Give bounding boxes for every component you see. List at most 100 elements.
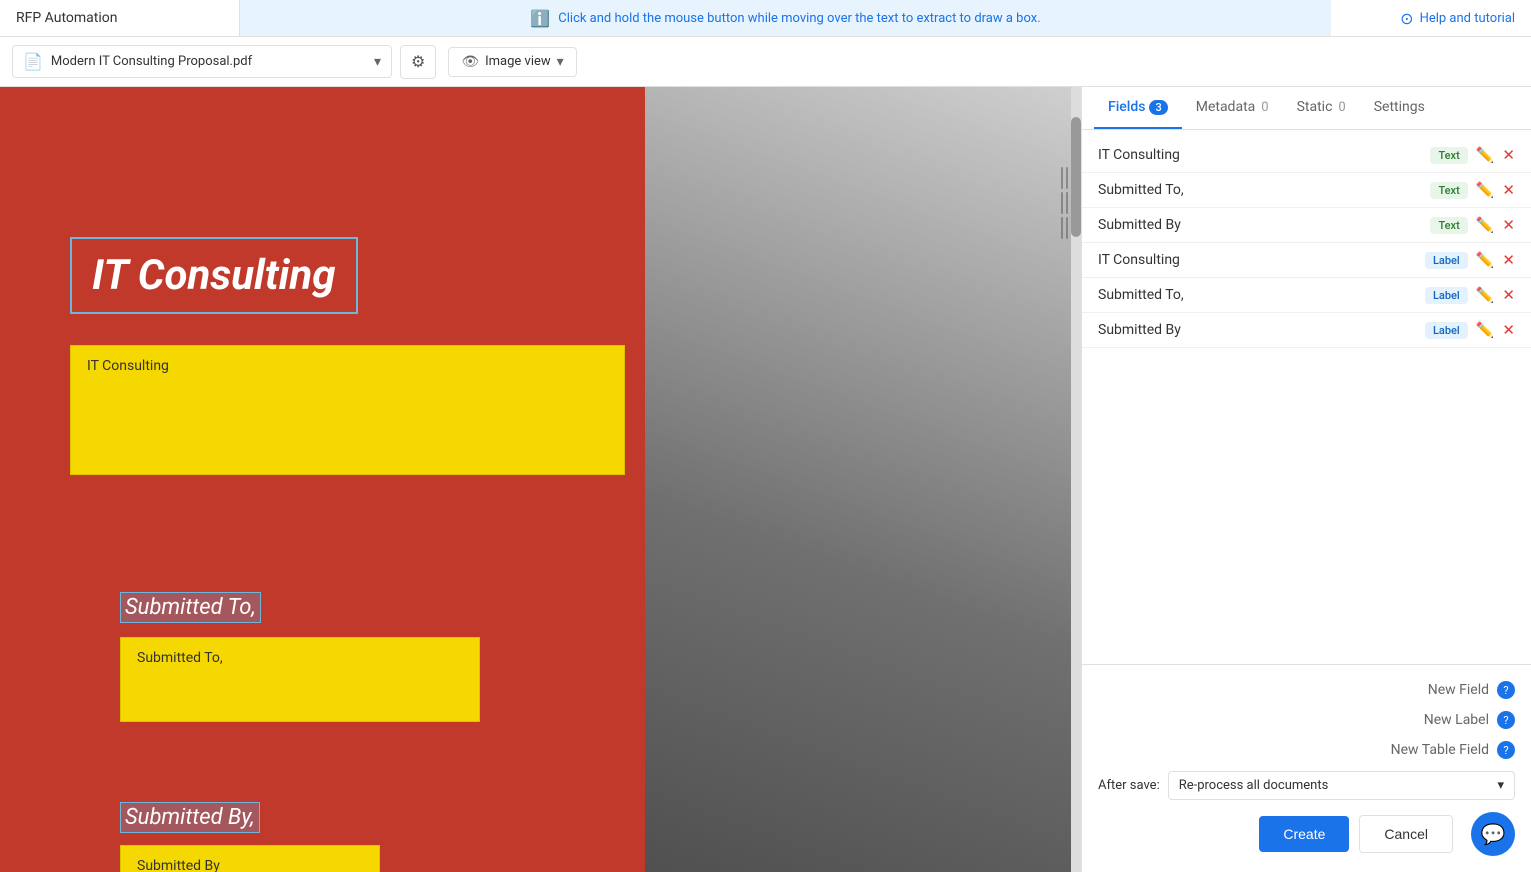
filter-button[interactable]: ⚙ <box>400 45 436 79</box>
after-save-value: Re-process all documents <box>1179 778 1329 793</box>
field-actions-3: ✏️ ✕ <box>1476 251 1515 269</box>
field-row: Submitted To, Text ✏️ ✕ <box>1082 173 1531 208</box>
file-chevron-icon: ▾ <box>374 54 381 70</box>
doc-title-box[interactable]: IT Consulting <box>70 237 358 314</box>
file-name: Modern IT Consulting Proposal.pdf <box>51 54 366 69</box>
eye-icon: 👁 <box>461 54 479 70</box>
submitted-to-field[interactable]: Submitted To, <box>120 637 480 722</box>
field-row: Submitted By Text ✏️ ✕ <box>1082 208 1531 243</box>
key <box>1066 192 1068 214</box>
toolbar: 📄 Modern IT Consulting Proposal.pdf ▾ ⚙ … <box>0 37 1531 87</box>
view-selector[interactable]: 👁 Image view ▾ <box>448 47 576 77</box>
field-badge-5: Label <box>1425 322 1468 339</box>
key <box>1066 217 1068 239</box>
new-field-row: New Field ? <box>1098 681 1515 699</box>
help-button[interactable]: ⊙ Help and tutorial <box>1331 0 1531 36</box>
main-layout: IT Consulting IT Consulting Submitted To… <box>0 87 1531 872</box>
field-delete-button-4[interactable]: ✕ <box>1502 286 1515 304</box>
key <box>1061 167 1063 189</box>
viewer-scrollbar[interactable] <box>1071 87 1081 872</box>
submitted-by-label: Submitted By, <box>120 802 260 833</box>
filter-icon: ⚙ <box>411 52 425 72</box>
field-name-2: Submitted By <box>1098 217 1422 233</box>
field-edit-button-0[interactable]: ✏️ <box>1476 146 1495 164</box>
field-delete-button-3[interactable]: ✕ <box>1502 251 1515 269</box>
field-badge-3: Label <box>1425 252 1468 269</box>
field-actions-5: ✏️ ✕ <box>1476 321 1515 339</box>
field-edit-button-3[interactable]: ✏️ <box>1476 251 1495 269</box>
tab-metadata[interactable]: Metadata 0 <box>1182 87 1283 129</box>
field-name-0: IT Consulting <box>1098 147 1422 163</box>
new-field-help-icon[interactable]: ? <box>1497 681 1515 699</box>
after-save-label: After save: <box>1098 778 1160 793</box>
keyboard-photo <box>645 87 1081 872</box>
field-delete-button-5[interactable]: ✕ <box>1502 321 1515 339</box>
new-label-help-icon[interactable]: ? <box>1497 711 1515 729</box>
after-save-chevron-icon: ▾ <box>1497 778 1504 793</box>
chat-button[interactable]: 💬 <box>1471 812 1515 856</box>
after-save-row: After save: Re-process all documents ▾ <box>1098 771 1515 800</box>
panel-tabs: Fields 3 Metadata 0 Static 0 Settings <box>1082 87 1531 130</box>
field-name-4: Submitted To, <box>1098 287 1417 303</box>
field-badge-0: Text <box>1430 147 1467 164</box>
field-name-5: Submitted By <box>1098 322 1417 338</box>
tab-fields-badge: 3 <box>1149 100 1167 115</box>
tab-fields[interactable]: Fields 3 <box>1094 87 1182 129</box>
submitted-by-label-text: Submitted By, <box>125 805 255 830</box>
view-chevron-icon: ▾ <box>557 54 564 70</box>
fields-list: IT Consulting Text ✏️ ✕ Submitted To, Te… <box>1082 130 1531 664</box>
field-edit-button-4[interactable]: ✏️ <box>1476 286 1495 304</box>
field-delete-button-0[interactable]: ✕ <box>1502 146 1515 164</box>
field-edit-button-2[interactable]: ✏️ <box>1476 216 1495 234</box>
field-delete-button-1[interactable]: ✕ <box>1502 181 1515 199</box>
field-name-3: IT Consulting <box>1098 252 1417 268</box>
submitted-by-field[interactable]: Submitted By <box>120 845 380 872</box>
cancel-button[interactable]: Cancel <box>1359 815 1453 853</box>
app-title: RFP Automation <box>0 0 240 36</box>
help-icon: ⊙ <box>1400 9 1413 28</box>
field-row: Submitted To, Label ✏️ ✕ <box>1082 278 1531 313</box>
info-icon: ℹ️ <box>530 9 550 28</box>
pdf-content: IT Consulting IT Consulting Submitted To… <box>0 87 1081 872</box>
doc-red-background <box>0 87 650 872</box>
tab-metadata-count: 0 <box>1261 100 1268 115</box>
after-save-select[interactable]: Re-process all documents ▾ <box>1168 771 1515 800</box>
submitted-to-field-value: Submitted To, <box>137 650 223 666</box>
panel-bottom: New Field ? New Label ? New Table Field … <box>1082 664 1531 872</box>
field-actions-0: ✏️ ✕ <box>1476 146 1515 164</box>
file-selector[interactable]: 📄 Modern IT Consulting Proposal.pdf ▾ <box>12 45 392 78</box>
tab-settings[interactable]: Settings <box>1360 87 1439 129</box>
new-table-field-row: New Table Field ? <box>1098 741 1515 759</box>
new-label-row: New Label ? <box>1098 711 1515 729</box>
scrollbar-thumb[interactable] <box>1071 117 1081 237</box>
it-consulting-field[interactable]: IT Consulting <box>70 345 625 475</box>
info-message: Click and hold the mouse button while mo… <box>558 11 1040 26</box>
submitted-to-label-text: Submitted To, <box>125 595 256 620</box>
field-actions-2: ✏️ ✕ <box>1476 216 1515 234</box>
field-edit-button-1[interactable]: ✏️ <box>1476 181 1495 199</box>
key <box>1061 192 1063 214</box>
submitted-to-label: Submitted To, <box>120 592 261 623</box>
key <box>1061 217 1063 239</box>
it-consulting-field-value: IT Consulting <box>87 358 169 374</box>
field-actions-1: ✏️ ✕ <box>1476 181 1515 199</box>
new-table-field-help-icon[interactable]: ? <box>1497 741 1515 759</box>
right-panel: Fields 3 Metadata 0 Static 0 Settings IT… <box>1081 87 1531 872</box>
key <box>1066 167 1068 189</box>
pdf-viewer: IT Consulting IT Consulting Submitted To… <box>0 87 1081 872</box>
tab-fields-label: Fields <box>1108 99 1145 115</box>
new-label-label: New Label <box>1424 712 1489 728</box>
field-badge-2: Text <box>1430 217 1467 234</box>
app-title-text: RFP Automation <box>16 10 117 26</box>
field-badge-1: Text <box>1430 182 1467 199</box>
doc-title-text: IT Consulting <box>92 251 336 300</box>
tab-static[interactable]: Static 0 <box>1283 87 1360 129</box>
new-field-label: New Field <box>1428 682 1489 698</box>
submitted-by-field-value: Submitted By <box>137 858 220 872</box>
field-edit-button-5[interactable]: ✏️ <box>1476 321 1495 339</box>
field-row: IT Consulting Label ✏️ ✕ <box>1082 243 1531 278</box>
field-delete-button-2[interactable]: ✕ <box>1502 216 1515 234</box>
top-bar: RFP Automation ℹ️ Click and hold the mou… <box>0 0 1531 37</box>
create-button[interactable]: Create <box>1259 816 1349 852</box>
field-row: Submitted By Label ✏️ ✕ <box>1082 313 1531 348</box>
